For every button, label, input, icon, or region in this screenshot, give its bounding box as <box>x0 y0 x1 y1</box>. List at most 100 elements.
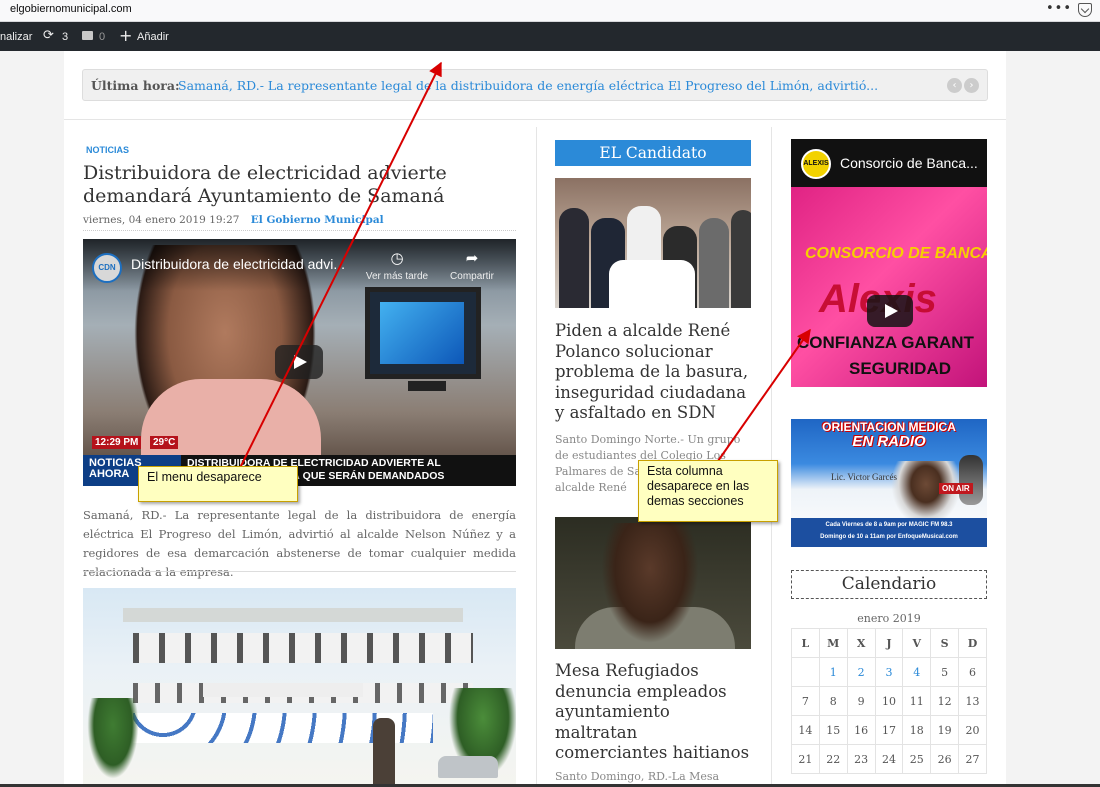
divider <box>64 119 1006 120</box>
candidate-article-title-link[interactable]: Piden a alcalde René Polanco solucionar … <box>555 321 753 424</box>
clock-icon: ◷ <box>390 249 404 267</box>
ad-text: Cada Viernes de 8 a 9am por MAGIC FM 98.… <box>825 522 953 528</box>
pocket-icon[interactable] <box>1078 3 1092 17</box>
microphone-icon <box>959 455 983 505</box>
calendar-day[interactable]: 2 <box>846 657 876 687</box>
page-container: Última hora: Samaná, RD.- La representan… <box>64 51 1006 787</box>
candidate-article-excerpt: Santo Domingo, RD.-La Mesa <box>555 770 720 783</box>
calendar-day: 15 <box>818 715 848 745</box>
sidebar-video-ad[interactable]: ALEXIS Consorcio de Banca... CONSORCIO D… <box>791 139 987 387</box>
calendar-day: 27 <box>958 744 987 774</box>
add-new-link[interactable]: Añadir <box>137 31 169 43</box>
calendar-day: 19 <box>930 715 960 745</box>
breaking-news-ticker: Última hora: Samaná, RD.- La representan… <box>82 69 988 101</box>
calendar-day: 25 <box>902 744 932 774</box>
ad-text: CONFIANZA GARANT <box>797 333 974 352</box>
ticker-headline-link[interactable]: Samaná, RD.- La representante legal de l… <box>178 78 878 93</box>
annotation-note: El menu desaparece <box>138 466 298 502</box>
comments-count[interactable]: 0 <box>99 31 105 43</box>
calendar-day[interactable]: 4 <box>902 657 932 687</box>
ad-video-title[interactable]: Consorcio de Banca... <box>840 155 978 171</box>
calendar-day[interactable]: 1 <box>818 657 848 687</box>
video-scene-monitor <box>365 287 481 379</box>
article-title-link[interactable]: Distribuidora de electricidad advierte d… <box>83 162 503 208</box>
updates-icon[interactable]: ⟳ <box>43 28 54 43</box>
calendar-day: 26 <box>930 744 960 774</box>
calendar-day: 8 <box>818 686 848 716</box>
ad-channel-logo-icon: ALEXIS <box>801 149 831 179</box>
ad-text: ORIENTACION MEDICA <box>822 420 956 434</box>
ad-text: Lic. Victor Garcés <box>831 472 898 482</box>
candidate-article-image[interactable] <box>555 178 751 308</box>
video-title[interactable]: Distribuidora de electricidad advi... <box>131 256 345 272</box>
candidate-article-image[interactable] <box>555 517 751 649</box>
sidebar-banner-ad[interactable]: ORIENTACION MEDICA EN RADIO Lic. Victor … <box>791 419 987 547</box>
calendar-week: 14 15 16 17 18 19 20 <box>791 715 987 745</box>
calendar-week: 21 22 23 24 25 26 27 <box>791 744 987 774</box>
channel-logo-icon[interactable]: CDN <box>92 253 122 283</box>
candidate-article-title-link[interactable]: Mesa Refugiados denuncia empleados ayunt… <box>555 661 753 764</box>
article-author-link[interactable]: El Gobierno Municipal <box>251 214 384 226</box>
calendar-week: 123456 <box>791 657 987 687</box>
add-icon[interactable]: + <box>119 26 132 45</box>
calendar-month: enero 2019 <box>857 612 921 625</box>
calendar-day: 18 <box>902 715 932 745</box>
calendar-day[interactable]: 3 <box>874 657 904 687</box>
ad-text: CONSORCIO DE BANCA <box>805 245 987 262</box>
article-image-building[interactable] <box>83 588 516 787</box>
calendar-weekday: D <box>958 628 987 658</box>
column-divider <box>536 127 537 787</box>
page-actions-icon[interactable]: ••• <box>1046 1 1072 16</box>
updates-count[interactable]: 3 <box>62 31 68 43</box>
calendar-empty-cell <box>791 657 820 687</box>
calendar-day: 13 <box>958 686 987 716</box>
ad-text: Domingo de 10 a 11am por EnfoqueMusical.… <box>820 534 958 540</box>
calendar-day: 21 <box>791 744 820 774</box>
ticker-label: Última hora: <box>91 78 180 93</box>
video-temp-overlay: 29°C <box>150 436 179 449</box>
calendar-day: 14 <box>791 715 820 745</box>
section-header: EL Candidato <box>555 140 751 166</box>
calendar-day: 5 <box>930 657 960 687</box>
ticker-prev-icon[interactable]: ‹ <box>947 78 962 93</box>
ad-band: Cada Viernes de 8 a 9am por MAGIC FM 98.… <box>791 518 987 547</box>
annotation-note: Esta columna desaparece en las demas sec… <box>638 460 778 522</box>
calendar-widget-title: Calendario <box>791 570 987 599</box>
wp-admin-bar: nalizar ⟳ 3 0 + Añadir <box>0 22 1100 51</box>
ad-text: ON AIR <box>939 483 973 494</box>
calendar-weekday: S <box>930 628 960 658</box>
calendar-day: 16 <box>846 715 876 745</box>
play-button[interactable] <box>867 295 913 327</box>
share-icon: ➦ <box>465 249 479 267</box>
watch-later-label: Ver más tarde <box>365 271 429 282</box>
browser-url-bar[interactable]: elgobiernomunicipal.com ••• <box>0 0 1100 22</box>
divider <box>83 571 516 572</box>
calendar-day: 11 <box>902 686 932 716</box>
calendar-table: LMXJVSD 1 2 3 4 5 6 7 8 9 10 11 12 13 14 15 16 17 18 19 20 2… <box>791 628 987 774</box>
url-text[interactable]: elgobiernomunicipal.com <box>10 3 132 15</box>
calendar-weekday: J <box>874 628 904 658</box>
customize-link[interactable]: nalizar <box>0 31 32 43</box>
play-button[interactable] <box>275 345 323 379</box>
calendar-day: 6 <box>958 657 987 687</box>
article-date: viernes, 04 enero 2019 19:27 <box>83 214 240 226</box>
ticker-next-icon[interactable]: › <box>964 78 979 93</box>
calendar-day: 23 <box>846 744 876 774</box>
comments-icon[interactable] <box>82 31 93 40</box>
article-meta: viernes, 04 enero 2019 19:27 El Gobierno… <box>83 214 516 231</box>
calendar-weekday: M <box>818 628 848 658</box>
calendar-day: 12 <box>930 686 960 716</box>
calendar-day: 20 <box>958 715 987 745</box>
watch-later-button[interactable]: ◷ Ver más tarde <box>357 249 437 282</box>
calendar-day: 22 <box>818 744 848 774</box>
share-button[interactable]: ➦ Compartir <box>432 249 512 282</box>
share-label: Compartir <box>450 271 494 282</box>
calendar-weekday: V <box>902 628 932 658</box>
calendar-day: 7 <box>791 686 820 716</box>
article-category-link[interactable]: NOTICIAS <box>86 145 129 155</box>
calendar-week: 7 8 9 10 11 12 13 <box>791 686 987 716</box>
calendar-day: 24 <box>874 744 904 774</box>
column-divider <box>771 127 772 787</box>
calendar-weekday: X <box>846 628 876 658</box>
video-player[interactable]: CDN Distribuidora de electricidad advi..… <box>83 239 516 486</box>
